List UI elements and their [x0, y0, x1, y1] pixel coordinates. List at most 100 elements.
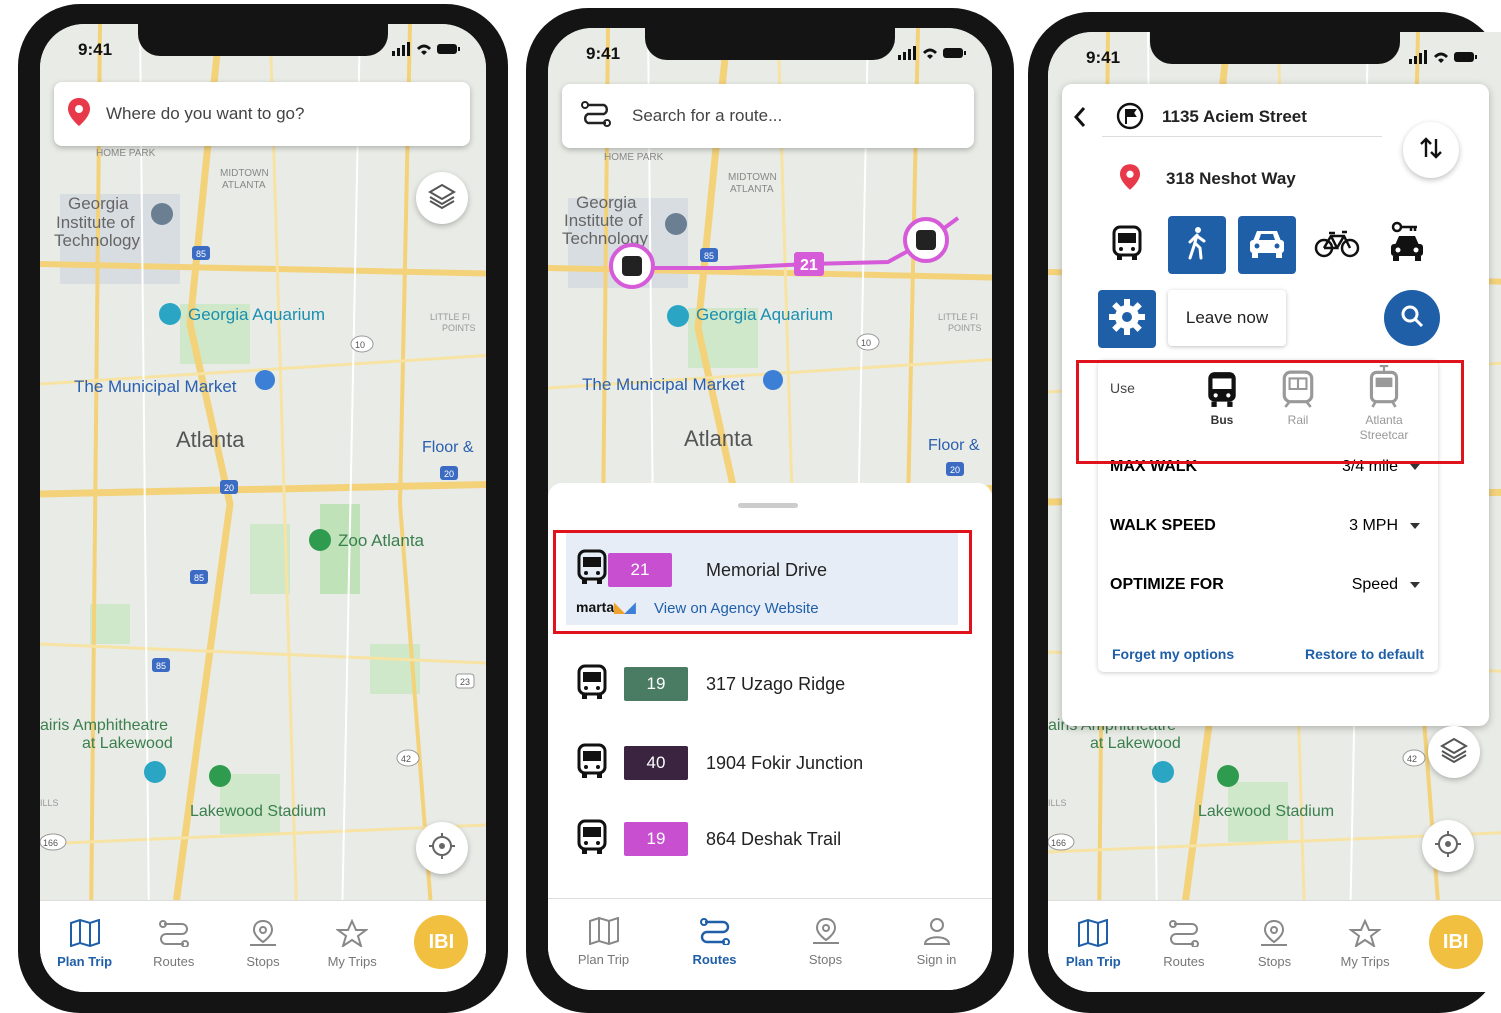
status-time: 9:41 [78, 40, 113, 59]
bus-icon [576, 819, 608, 860]
svg-text:ILLS: ILLS [1048, 798, 1067, 808]
routes-icon [158, 919, 190, 954]
mode-walk-button[interactable] [1168, 216, 1226, 274]
route-item[interactable]: 19 864 Deshak Trail [548, 815, 992, 863]
highlight-transit-modes [1076, 360, 1464, 464]
bicycle-icon [1314, 227, 1360, 264]
star-icon [335, 918, 370, 954]
tab-routes[interactable]: Routes [1144, 919, 1224, 969]
tab-stops[interactable]: Stops [1234, 919, 1314, 969]
route-name: 1904 Fokir Junction [706, 752, 864, 773]
ibi-logo-button[interactable]: IBI [1416, 915, 1496, 969]
swap-arrows-icon [1418, 135, 1444, 166]
route-icon [580, 100, 612, 132]
tab-plan-trip[interactable]: Plan Trip [1053, 918, 1133, 969]
route-name: 864 Deshak Trail [706, 828, 842, 849]
recenter-button[interactable] [416, 822, 468, 874]
optimize-select[interactable]: Speed [1352, 576, 1420, 594]
recenter-button[interactable] [1422, 820, 1474, 872]
svg-text:42: 42 [401, 754, 411, 764]
svg-text:Georgia Aquarium: Georgia Aquarium [696, 305, 833, 324]
destination-field[interactable]: 318 Neshot Way [1102, 164, 1382, 198]
svg-text:166: 166 [1051, 838, 1066, 848]
tab-sign-in[interactable]: Sign in [897, 917, 977, 967]
mode-transit-button[interactable] [1098, 216, 1156, 274]
bus-icon [576, 743, 608, 784]
tab-routes[interactable]: Routes [134, 919, 214, 969]
layers-button[interactable] [416, 172, 468, 224]
user-icon [921, 917, 953, 952]
layers-icon [1440, 736, 1468, 769]
location-pin-icon [68, 97, 90, 131]
bottom-tab-bar: Plan Trip Routes Stops Sign in [548, 898, 992, 990]
destination-search-input[interactable]: Where do you want to go? [54, 82, 470, 146]
swap-button[interactable] [1403, 122, 1459, 178]
walk-speed-select[interactable]: 3 MPH [1349, 517, 1420, 535]
svg-text:Georgia: Georgia [576, 193, 637, 212]
back-button[interactable] [1072, 106, 1088, 133]
search-trip-button[interactable] [1384, 290, 1440, 346]
route-item[interactable]: 19 317 Uzago Ridge [548, 660, 992, 708]
status-icons [898, 46, 966, 65]
svg-text:at Lakewood: at Lakewood [1090, 735, 1181, 752]
restore-default-link[interactable]: Restore to default [1305, 646, 1424, 662]
tab-my-trips[interactable]: My Trips [1325, 918, 1405, 969]
walk-speed-row[interactable]: WALK SPEED 3 MPH [1110, 517, 1420, 535]
route-badge: 40 [624, 746, 688, 780]
svg-text:POINTS: POINTS [442, 323, 476, 333]
origin-text: 1135 Aciem Street [1162, 107, 1307, 126]
mode-drive-button[interactable] [1238, 216, 1296, 274]
svg-text:MIDTOWN: MIDTOWN [728, 172, 777, 183]
layers-button[interactable] [1428, 726, 1480, 778]
svg-text:Floor &: Floor & [422, 439, 474, 456]
svg-text:Institute of: Institute of [56, 213, 135, 232]
status-time: 9:41 [586, 44, 621, 63]
tab-stops[interactable]: Stops [786, 917, 866, 967]
tab-my-trips[interactable]: My Trips [312, 918, 392, 969]
bus-icon [576, 664, 608, 705]
svg-text:42: 42 [1407, 754, 1417, 764]
svg-text:airis Amphitheatre: airis Amphitheatre [40, 717, 168, 734]
route-search-input[interactable]: Search for a route... [562, 84, 974, 148]
sheet-drag-handle[interactable] [738, 503, 798, 508]
ibi-logo-button[interactable]: IBI [401, 915, 481, 969]
car-key-icon [1387, 221, 1427, 270]
mode-bike-button[interactable] [1308, 216, 1366, 274]
settings-button[interactable] [1098, 290, 1156, 348]
svg-text:Institute of: Institute of [564, 211, 643, 230]
mode-rideshare-button[interactable] [1378, 216, 1436, 274]
stop-pin-icon [247, 919, 279, 954]
tab-stops[interactable]: Stops [223, 919, 303, 969]
svg-text:MIDTOWN: MIDTOWN [220, 168, 269, 179]
forget-options-link[interactable]: Forget my options [1112, 646, 1234, 662]
flag-icon [1116, 102, 1144, 135]
screen-plan-trip: HOME PARK MIDTOWN ATLANTA Georgia Instit… [40, 24, 486, 992]
car-icon [1247, 227, 1287, 264]
svg-text:21: 21 [800, 257, 818, 274]
tab-plan-trip[interactable]: Plan Trip [45, 918, 125, 969]
svg-text:20: 20 [224, 483, 234, 493]
svg-text:85: 85 [196, 249, 206, 259]
bus-icon [1111, 224, 1143, 267]
svg-text:HOME PARK: HOME PARK [604, 152, 664, 163]
optimize-for-row[interactable]: OPTIMIZE FOR Speed [1110, 576, 1420, 594]
route-item[interactable]: 40 1904 Fokir Junction [548, 739, 992, 787]
bottom-tab-bar: Plan Trip Routes Stops My Trips IBI [1048, 900, 1501, 992]
caret-down-icon [1410, 463, 1420, 470]
map-label-home-park: HOME PARK [96, 148, 156, 159]
notch [1149, 32, 1400, 64]
crosshair-icon [1434, 830, 1462, 863]
phone-plan-trip: HOME PARK MIDTOWN ATLANTA Georgia Instit… [18, 4, 508, 1013]
svg-text:166: 166 [43, 838, 58, 848]
screen-trip-options: airis Amphitheatre at Lakewood Lakewood … [1048, 32, 1501, 992]
svg-text:Technology: Technology [54, 231, 141, 250]
route-name: 317 Uzago Ridge [706, 673, 846, 694]
tab-plan-trip[interactable]: Plan Trip [564, 916, 644, 967]
svg-text:at Lakewood: at Lakewood [82, 735, 173, 752]
svg-text:Lakewood Stadium: Lakewood Stadium [1198, 803, 1334, 820]
notch [645, 28, 895, 60]
leave-now-button[interactable]: Leave now [1168, 290, 1286, 346]
tab-routes[interactable]: Routes [675, 917, 755, 967]
origin-field[interactable]: 1135 Aciem Street [1102, 102, 1382, 137]
routes-icon [699, 917, 731, 952]
